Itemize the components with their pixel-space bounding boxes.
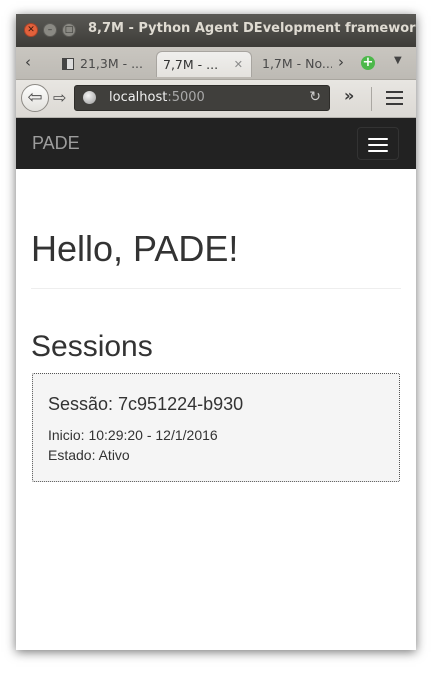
brand-link[interactable]: PADE xyxy=(32,133,80,154)
url-bar[interactable]: localhost:5000 ↻ xyxy=(74,85,330,111)
window-close-button[interactable]: ✕ xyxy=(24,23,38,37)
navigation-toolbar: ⇦ ⇨ localhost:5000 ↻ » xyxy=(16,80,416,118)
page-title: Hello, PADE! xyxy=(31,228,239,269)
session-start: Inicio: 10:29:20 - 12/1/2016 xyxy=(48,427,218,443)
session-state: Estado: Ativo xyxy=(48,447,130,463)
hamburger-bar-icon xyxy=(368,144,388,146)
web-page: PADE Hello, PADE! Sessions Sessão: 7c951… xyxy=(16,118,416,650)
window-minimize-button[interactable]: – xyxy=(43,23,57,37)
reload-icon[interactable]: ↻ xyxy=(309,89,321,105)
hamburger-bar-icon xyxy=(368,138,388,140)
tab-list-icon[interactable]: ▼ xyxy=(394,55,402,66)
reader-icon xyxy=(62,58,74,70)
tab-scroll-left-icon[interactable]: ‹ xyxy=(18,50,38,74)
tab-close-icon[interactable]: ✕ xyxy=(234,52,243,77)
new-tab-button[interactable]: + xyxy=(361,56,375,70)
back-button[interactable]: ⇦ xyxy=(21,84,49,112)
session-card: Sessão: 7c951224-b930 Inicio: 10:29:20 -… xyxy=(32,373,400,482)
globe-icon xyxy=(83,91,96,104)
url-host: localhost xyxy=(109,90,168,105)
browser-window: ✕ – □ 8,7M - Python Agent DEvelopment fr… xyxy=(16,14,416,650)
tab-strip: ‹ 21,3M - ... 7,7M - ... ✕ 1,7M - No... … xyxy=(16,47,416,80)
divider xyxy=(31,288,401,289)
url-port: :5000 xyxy=(167,90,205,105)
navbar-toggle-button[interactable] xyxy=(357,127,399,160)
overflow-chevron-icon[interactable]: » xyxy=(344,86,354,105)
sessions-heading: Sessions xyxy=(31,330,153,363)
window-title: 8,7M - Python Agent DEvelopment framewor… xyxy=(88,21,416,36)
tab-3[interactable]: 1,7M - No... xyxy=(256,51,332,77)
browser-menu-icon[interactable] xyxy=(386,91,403,109)
tab-label: 1,7M - No... xyxy=(262,56,332,71)
tab-label: 7,7M - ... xyxy=(163,57,219,72)
hamburger-bar-icon xyxy=(368,150,388,152)
tab-label: 21,3M - ... xyxy=(80,56,143,71)
title-bar: ✕ – □ 8,7M - Python Agent DEvelopment fr… xyxy=(16,14,416,47)
forward-button[interactable]: ⇨ xyxy=(53,88,66,107)
tab-scroll-right-icon[interactable]: › xyxy=(331,50,351,74)
tab-2-active[interactable]: 7,7M - ... ✕ xyxy=(156,51,252,77)
url-text: localhost:5000 xyxy=(109,90,205,105)
toolbar-separator xyxy=(371,87,372,111)
window-maximize-button[interactable]: □ xyxy=(62,23,76,37)
session-title: Sessão: 7c951224-b930 xyxy=(48,394,244,414)
tab-1[interactable]: 21,3M - ... xyxy=(56,51,156,77)
app-navbar: PADE xyxy=(16,118,416,169)
